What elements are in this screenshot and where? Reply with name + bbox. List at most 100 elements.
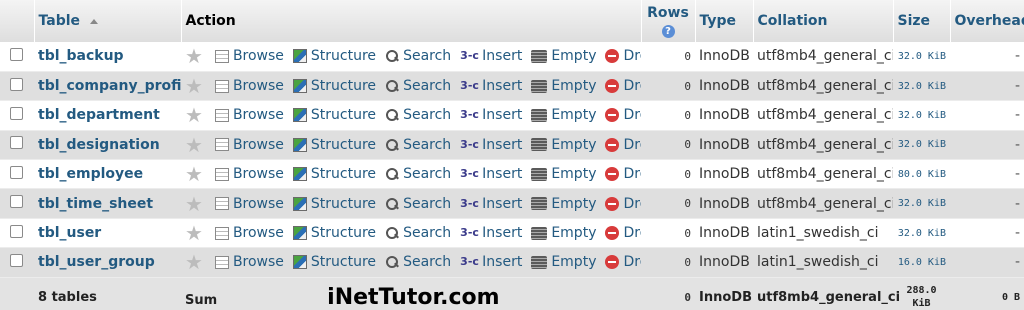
browse-link[interactable]: Browse — [214, 107, 284, 123]
structure-link[interactable]: Structure — [292, 196, 376, 212]
favorite-star-icon[interactable]: ★ — [185, 164, 203, 184]
drop-link[interactable]: Drop — [605, 107, 641, 123]
table-row[interactable]: tbl_backup ★ Browse Structure Search 3-c Inser… — [0, 42, 1024, 72]
drop-icon[interactable] — [605, 137, 620, 152]
search-link[interactable]: Search — [385, 196, 451, 212]
insert-icon[interactable]: 3-c — [460, 225, 479, 241]
insert-link[interactable]: 3-c Insert — [460, 78, 522, 94]
table-name-link[interactable]: tbl_designation — [34, 130, 181, 161]
browse-icon[interactable] — [214, 255, 229, 269]
table-name-link[interactable]: tbl_backup — [34, 42, 181, 72]
table-name-link[interactable]: tbl_user_group — [34, 247, 181, 278]
search-icon[interactable] — [385, 49, 399, 63]
browse-link[interactable]: Browse — [214, 254, 284, 270]
column-header-type[interactable]: Type — [695, 0, 754, 42]
browse-icon[interactable] — [214, 49, 229, 63]
table-size[interactable]: 32.0 KiB — [893, 71, 950, 102]
column-header-table-label[interactable]: Table — [39, 13, 81, 29]
row-checkbox[interactable] — [10, 165, 23, 179]
table-size[interactable]: 16.0 KiB — [893, 247, 950, 278]
table-row[interactable]: tbl_company_profile ★ Browse Structure Searc… — [0, 71, 1024, 102]
row-checkbox[interactable] — [10, 106, 23, 120]
empty-icon[interactable] — [531, 226, 548, 240]
structure-link[interactable]: Structure — [292, 78, 376, 94]
search-link[interactable]: Search — [385, 78, 451, 94]
search-link[interactable]: Search — [385, 254, 451, 270]
search-icon[interactable] — [385, 138, 399, 152]
favorite-star-icon[interactable]: ★ — [185, 105, 203, 125]
insert-link[interactable]: 3-c Insert — [460, 137, 522, 153]
help-icon[interactable]: ? — [661, 24, 675, 38]
drop-link[interactable]: Drop — [605, 166, 641, 182]
table-row[interactable]: tbl_user ★ Browse Structure Search 3-c Insert E… — [0, 218, 1024, 249]
empty-icon[interactable] — [531, 79, 548, 93]
row-checkbox[interactable] — [10, 195, 23, 209]
empty-icon[interactable] — [531, 197, 548, 211]
insert-link[interactable]: 3-c Insert — [460, 48, 522, 64]
structure-icon[interactable] — [292, 79, 307, 94]
drop-link[interactable]: Drop — [605, 196, 641, 212]
structure-link[interactable]: Structure — [292, 225, 376, 241]
empty-icon[interactable] — [531, 138, 548, 152]
favorite-star-icon[interactable]: ★ — [185, 135, 203, 155]
table-name-link[interactable]: tbl_department — [34, 100, 181, 131]
table-row[interactable]: tbl_employee ★ Browse Structure Search 3-c Ins… — [0, 159, 1024, 190]
empty-link[interactable]: Empty — [531, 137, 596, 153]
browse-icon[interactable] — [214, 138, 229, 152]
table-name-link[interactable]: tbl_time_sheet — [34, 188, 181, 219]
empty-link[interactable]: Empty — [531, 196, 596, 212]
table-size[interactable]: 32.0 KiB — [893, 100, 950, 131]
drop-icon[interactable] — [605, 196, 620, 211]
table-size[interactable]: 32.0 KiB — [893, 42, 950, 72]
browse-link[interactable]: Browse — [214, 166, 284, 182]
insert-link[interactable]: 3-c Insert — [460, 254, 522, 270]
structure-icon[interactable] — [292, 167, 307, 182]
drop-icon[interactable] — [605, 226, 620, 241]
drop-icon[interactable] — [605, 79, 620, 94]
column-header-size[interactable]: Size — [893, 0, 951, 42]
column-header-rows[interactable]: Rows? — [641, 0, 696, 42]
structure-link[interactable]: Structure — [292, 48, 376, 64]
search-link[interactable]: Search — [385, 107, 451, 123]
insert-link[interactable]: 3-c Insert — [460, 196, 522, 212]
structure-link[interactable]: Structure — [292, 107, 376, 123]
empty-icon[interactable] — [531, 167, 548, 181]
favorite-star-icon[interactable]: ★ — [185, 223, 203, 243]
empty-link[interactable]: Empty — [531, 166, 596, 182]
drop-link[interactable]: Drop — [605, 254, 641, 270]
favorite-star-icon[interactable]: ★ — [185, 46, 203, 66]
search-link[interactable]: Search — [385, 137, 451, 153]
row-checkbox[interactable] — [10, 47, 23, 61]
browse-icon[interactable] — [214, 79, 229, 93]
empty-link[interactable]: Empty — [531, 225, 596, 241]
insert-icon[interactable]: 3-c — [460, 254, 479, 270]
drop-link[interactable]: Drop — [605, 48, 641, 64]
row-checkbox[interactable] — [10, 224, 23, 238]
insert-link[interactable]: 3-c Insert — [460, 225, 522, 241]
search-icon[interactable] — [385, 197, 399, 211]
structure-icon[interactable] — [292, 196, 307, 211]
empty-icon[interactable] — [531, 255, 548, 269]
table-row[interactable]: tbl_designation ★ Browse Structure Search 3-c… — [0, 130, 1024, 161]
favorite-star-icon[interactable]: ★ — [185, 252, 203, 272]
search-icon[interactable] — [385, 226, 399, 240]
empty-icon[interactable] — [531, 49, 548, 63]
favorite-star-icon[interactable]: ★ — [185, 76, 203, 96]
insert-icon[interactable]: 3-c — [460, 196, 479, 212]
drop-icon[interactable] — [605, 49, 620, 64]
drop-link[interactable]: Drop — [605, 78, 641, 94]
column-header-overhead[interactable]: Overhead — [950, 0, 1024, 42]
structure-icon[interactable] — [292, 108, 307, 123]
browse-link[interactable]: Browse — [214, 196, 284, 212]
structure-link[interactable]: Structure — [292, 137, 376, 153]
insert-link[interactable]: 3-c Insert — [460, 107, 522, 123]
drop-icon[interactable] — [605, 167, 620, 182]
row-checkbox[interactable] — [10, 77, 23, 91]
table-size[interactable]: 32.0 KiB — [893, 188, 950, 219]
browse-icon[interactable] — [214, 167, 229, 181]
drop-icon[interactable] — [605, 255, 620, 270]
structure-icon[interactable] — [292, 255, 307, 270]
table-row[interactable]: tbl_time_sheet ★ Browse Structure Search 3-c I… — [0, 188, 1024, 219]
structure-icon[interactable] — [292, 137, 307, 152]
column-header-collation[interactable]: Collation — [753, 0, 894, 42]
